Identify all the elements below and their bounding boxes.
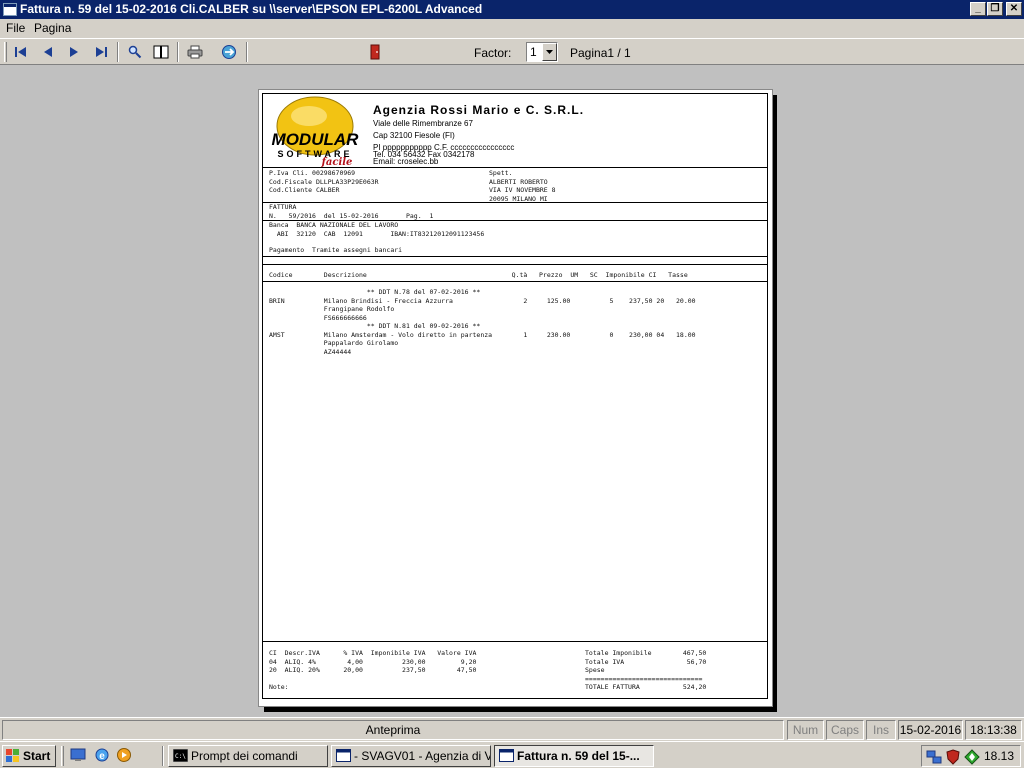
next-page-button[interactable] [63,42,85,62]
export-button[interactable] [218,42,240,62]
status-date: 15-02-2016 [898,720,963,740]
status-caps: Caps [826,720,864,740]
next-page-icon [70,47,78,57]
first-page-button[interactable] [10,42,32,62]
print-button[interactable] [184,42,206,62]
customer-codes: P.Iva Cli. 00298670969 Cod.Fiscale DLLPL… [269,169,379,194]
taskbar: Start e C:\ Prompt dei comandi - SVAGV01… [0,741,1024,768]
last-page-icon [96,47,107,57]
svg-text:e: e [99,751,105,762]
menu-pagina[interactable]: Pagina [34,21,71,35]
task-command-prompt[interactable]: C:\ Prompt dei comandi [168,745,328,767]
totals-block: Totale Imponibile 467,50 Totale IVA 56,7… [585,649,707,691]
security-shield-icon[interactable] [945,749,961,765]
quicklaunch-desktop[interactable] [67,745,89,765]
export-icon [222,45,236,59]
network-icon[interactable] [926,749,942,765]
command-prompt-icon: C:\ [173,749,188,762]
zoom-icon [128,45,142,59]
update-icon[interactable] [964,749,980,765]
window-title: Fattura n. 59 del 15-02-2016 Cli.CALBER … [20,2,483,16]
invoice-rows: ** DDT N.78 del 07-02-2016 ** BRIN Milan… [269,288,696,356]
title-bar[interactable]: Fattura n. 59 del 15-02-2016 Cli.CALBER … [0,0,1024,19]
toolbar-separator [117,42,119,62]
last-page-button[interactable] [90,42,112,62]
factor-value: 1 [530,45,537,59]
status-ins: Ins [866,720,896,740]
first-page-icon [15,47,26,57]
task-label: - SVAGV01 - Agenzia di V... [354,749,491,763]
status-bar: Anteprima Num Caps Ins 15-02-2016 18:13:… [0,717,1024,741]
taskbar-clock: 18.13 [983,749,1014,763]
task-svagv01[interactable]: - SVAGV01 - Agenzia di V... [331,745,491,767]
toolbar-separator [246,42,248,62]
print-icon [187,45,203,59]
two-pages-icon [153,45,169,59]
menu-file[interactable]: File [6,21,25,35]
status-time: 18:13:38 [965,720,1022,740]
svg-text:C:\: C:\ [175,753,186,760]
toolbar-separator [177,42,179,62]
payment-terms: Pagamento Tramite assegni bancari [269,246,403,254]
divider [263,264,767,265]
bank-details: Banca BANCA NAZIONALE DEL LAVORO ABI 321… [269,221,485,238]
exit-button[interactable] [364,42,386,62]
system-tray: 18.13 [921,745,1021,767]
app-window-icon [3,3,17,16]
two-pages-button[interactable] [150,42,172,62]
start-button[interactable]: Start [2,745,56,767]
close-button[interactable]: ✕ [1006,2,1022,16]
quicklaunch-media[interactable] [113,745,135,765]
toolbar: Factor: 1 Pagina1 / 1 [0,38,1024,65]
divider [263,281,767,282]
maximize-button[interactable]: ❐ [987,2,1003,16]
company-address: Viale delle Rimembranze 67 [373,119,473,128]
windows-logo-icon [6,749,19,762]
factor-label: Factor: [474,46,512,60]
exit-door-icon [370,44,380,60]
status-mode: Anteprima [2,720,784,740]
menu-bar: File Pagina [0,19,1024,38]
window-icon [499,749,514,762]
invoice-page: MODULAR SOFTWARE facile Agenzia Rossi Ma… [258,89,773,707]
window-icon [336,749,351,762]
customer-address: Spett. ALBERTI ROBERTO VIA IV NOVEMBRE 8… [489,169,556,203]
quicklaunch-ie[interactable]: e [91,745,113,765]
task-fattura[interactable]: Fattura n. 59 del 15-... [494,745,654,767]
chevron-down-icon[interactable] [542,43,557,61]
toolbar-grip[interactable] [4,42,7,62]
company-city: Cap 32100 Fiesole (FI) [373,131,455,140]
divider [263,167,767,168]
divider [263,641,767,642]
media-player-icon [117,748,131,762]
svg-text:MODULAR: MODULAR [272,130,360,149]
taskbar-grip [61,746,64,766]
invoice-number: FATTURA N. 59/2016 del 15-02-2016 Pag. 1 [269,203,434,220]
internet-explorer-icon: e [95,748,109,762]
prev-page-icon [44,47,52,57]
show-desktop-icon [70,748,86,761]
start-label: Start [23,749,51,763]
modular-software-logo: MODULAR SOFTWARE facile [265,96,365,168]
status-num: Num [787,720,824,740]
vat-summary: CI Descr.IVA % IVA Imponibile IVA Valore… [269,649,477,691]
invoice-frame: MODULAR SOFTWARE facile Agenzia Rossi Ma… [262,93,768,699]
task-label: Prompt dei comandi [191,749,298,763]
divider [263,256,767,257]
company-name: Agenzia Rossi Mario e C. S.R.L. [373,103,585,117]
taskbar-separator [162,746,164,766]
page-indicator: Pagina1 / 1 [570,46,631,60]
company-email: Email: croselec.bb [373,157,439,166]
table-header: Codice Descrizione Q.tà Prezzo UM SC Imp… [269,271,688,279]
prev-page-button[interactable] [37,42,59,62]
zoom-button[interactable] [124,42,146,62]
task-label: Fattura n. 59 del 15-... [517,749,640,763]
factor-select[interactable]: 1 [526,42,558,62]
minimize-button[interactable]: _ [970,2,986,16]
